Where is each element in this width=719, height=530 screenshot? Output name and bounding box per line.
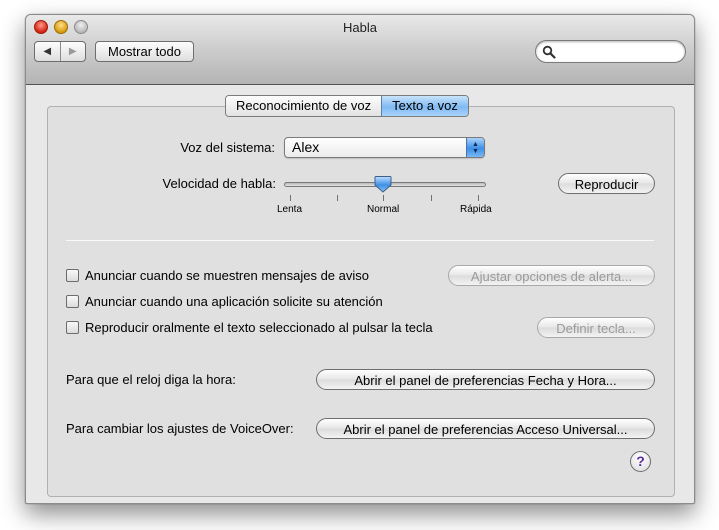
forward-arrow-icon: ▶: [68, 46, 77, 57]
voiceover-label: Para cambiar los ajustes de VoiceOver:: [66, 421, 294, 436]
tab-speech-recognition[interactable]: Reconocimiento de voz: [226, 96, 382, 116]
search-icon: [542, 45, 556, 59]
tab-bar: Reconocimiento de voz Texto a voz: [225, 95, 469, 117]
tab-text-to-speech[interactable]: Texto a voz: [381, 96, 468, 116]
announce-attention-checkbox[interactable]: [66, 294, 79, 308]
speaking-rate-label: Velocidad de habla:: [162, 176, 276, 191]
search-field[interactable]: [535, 40, 686, 63]
back-button[interactable]: ◀: [35, 42, 60, 61]
speak-selection-label: Reproducir oralmente el texto selecciona…: [85, 319, 433, 335]
open-date-time-button[interactable]: Abrir el panel de preferencias Fecha y H…: [316, 369, 655, 390]
clock-label: Para que el reloj diga la hora:: [66, 372, 236, 387]
announce-alerts-label: Anunciar cuando se muestren mensajes de …: [85, 267, 369, 283]
option-row-attention: Anunciar cuando una aplicación solicite …: [66, 293, 383, 309]
rate-min-label: Lenta: [277, 204, 303, 215]
rate-tick: [290, 195, 291, 201]
title-bar: Habla ◀ ▶ Mostrar todo: [26, 15, 694, 85]
announce-attention-label: Anunciar cuando una aplicación solicite …: [85, 293, 383, 309]
rate-mid-label: Normal: [367, 204, 400, 215]
rate-tick: [431, 195, 432, 201]
forward-button[interactable]: ▶: [59, 42, 86, 61]
system-voice-select[interactable]: Alex ▲ ▼: [284, 137, 485, 158]
option-row-alerts: Anunciar cuando se muestren mensajes de …: [66, 267, 369, 283]
announce-alerts-checkbox[interactable]: [66, 268, 79, 282]
show-all-button[interactable]: Mostrar todo: [95, 41, 194, 62]
define-key-button[interactable]: Definir tecla...: [537, 317, 655, 338]
rate-tick: [337, 195, 338, 201]
updown-arrows-icon: ▲ ▼: [466, 138, 484, 157]
speak-selection-checkbox[interactable]: [66, 320, 79, 334]
alert-options-button[interactable]: Ajustar opciones de alerta...: [448, 265, 655, 286]
rate-tick: [383, 195, 384, 201]
back-forward-control: ◀ ▶: [34, 41, 86, 62]
back-arrow-icon: ◀: [43, 46, 52, 57]
rate-tick: [478, 195, 479, 201]
play-button[interactable]: Reproducir: [558, 173, 655, 194]
system-voice-value: Alex: [292, 139, 320, 155]
rate-max-label: Rápida: [460, 204, 492, 215]
system-voice-label: Voz del sistema:: [180, 140, 275, 155]
slider-thumb[interactable]: [374, 175, 392, 193]
section-divider: [66, 240, 654, 241]
help-button[interactable]: ?: [630, 451, 651, 472]
option-row-speak-selection: Reproducir oralmente el texto selecciona…: [66, 319, 433, 335]
window-title: Habla: [343, 20, 377, 35]
search-input[interactable]: [558, 43, 678, 60]
open-universal-access-button[interactable]: Abrir el panel de preferencias Acceso Un…: [316, 418, 655, 439]
preferences-window: Habla ◀ ▶ Mostrar todo Reconocimiento de…: [25, 14, 695, 504]
